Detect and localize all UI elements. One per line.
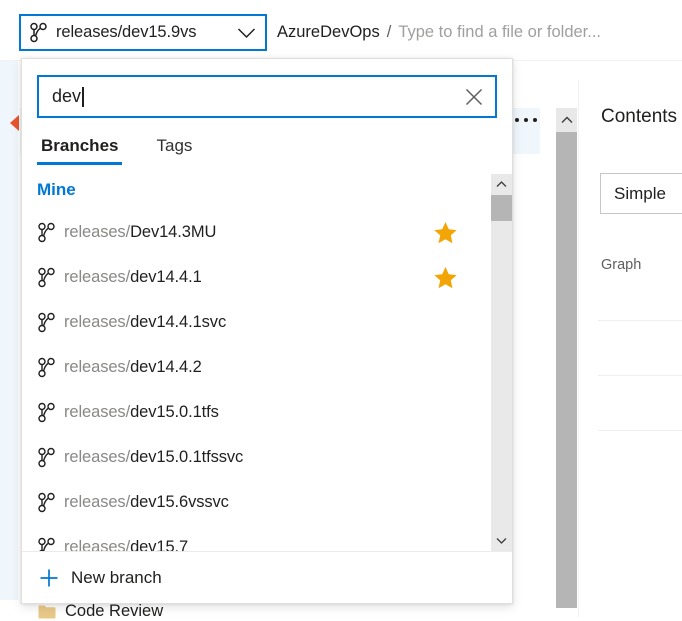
list-item[interactable]: Code Review xyxy=(38,602,163,621)
simple-view-button[interactable]: Simple xyxy=(600,173,682,214)
branch-name-prefix: releases/ xyxy=(64,223,131,241)
branch-name-prefix: releases/ xyxy=(64,313,131,331)
row-marker-icon xyxy=(10,115,19,131)
branch-list-item[interactable]: releases/dev15.0.1tfssvc xyxy=(22,435,491,480)
left-accent-strip xyxy=(0,60,18,600)
branch-name: releases/dev14.4.1 xyxy=(64,268,433,287)
favorite-star-icon[interactable] xyxy=(433,266,458,290)
branch-selector-button[interactable]: releases/dev15.9vs xyxy=(19,14,267,51)
git-branch-icon xyxy=(38,447,55,468)
branch-list-area: Mine releases/Dev14.3MU releases/dev14.4… xyxy=(22,174,512,551)
dropdown-tabs: Branches Tags xyxy=(22,136,512,165)
branch-name: releases/dev15.0.1tfs xyxy=(64,403,458,422)
git-branch-icon xyxy=(38,357,55,378)
group-header-mine: Mine xyxy=(37,180,76,199)
branch-name-match: dev15.0.1tfssvc xyxy=(130,448,244,466)
folder-icon xyxy=(38,605,56,619)
branch-name: releases/dev15.0.1tfssvc xyxy=(64,448,458,467)
git-branch-icon xyxy=(38,267,55,288)
breadcrumb-separator: / xyxy=(386,23,392,41)
branch-name: releases/Dev14.3MU xyxy=(64,223,433,242)
branch-list-scrollbar[interactable] xyxy=(491,174,512,551)
git-branch-icon xyxy=(38,402,55,423)
branch-list-item[interactable]: releases/dev15.6vssvc xyxy=(22,480,491,525)
branch-list-item[interactable]: releases/dev14.4.1 xyxy=(22,255,491,300)
branch-name: releases/dev15.7 xyxy=(64,538,458,551)
git-branch-icon xyxy=(30,22,47,43)
branch-search-field[interactable]: dev xyxy=(37,75,497,118)
branch-name: releases/dev14.4.2 xyxy=(64,358,458,377)
branch-list-item[interactable]: releases/dev14.4.1svc xyxy=(22,300,491,345)
search-input-value: dev xyxy=(52,86,82,106)
branch-list-item[interactable]: releases/Dev14.3MU xyxy=(22,210,491,255)
branch-name-prefix: releases/ xyxy=(64,358,131,376)
branch-name-match: dev15.0.1tfs xyxy=(130,403,219,421)
branch-name-match: dev15.6vssvc xyxy=(130,493,229,511)
list-item-label: Code Review xyxy=(65,602,164,620)
search-row: dev xyxy=(22,59,512,118)
search-input[interactable]: dev xyxy=(39,86,453,107)
graph-label: Graph xyxy=(601,257,642,273)
new-branch-button[interactable]: New branch xyxy=(22,551,512,603)
favorite-star-icon[interactable] xyxy=(433,221,458,245)
tab-tags[interactable]: Tags xyxy=(152,136,196,165)
branch-name-match: dev14.4.1 xyxy=(130,268,202,286)
tab-branches[interactable]: Branches xyxy=(37,136,123,165)
branch-list: Mine releases/Dev14.3MU releases/dev14.4… xyxy=(22,174,491,551)
branch-name-match: Dev14.3MU xyxy=(130,223,217,241)
branch-name-prefix: releases/ xyxy=(64,493,131,511)
chevron-down-icon xyxy=(237,27,256,39)
branch-list-item[interactable]: releases/dev15.0.1tfs xyxy=(22,390,491,435)
close-icon[interactable] xyxy=(453,77,495,116)
branch-name: releases/dev15.6vssvc xyxy=(64,493,458,512)
git-branch-icon xyxy=(38,222,55,243)
branch-picker-dropdown: dev Branches Tags Mine releases/Dev14.3M… xyxy=(21,58,513,604)
branch-name-match: dev15.7 xyxy=(130,538,189,551)
breadcrumb-repo[interactable]: AzureDevOps xyxy=(277,23,380,42)
divider xyxy=(598,375,682,376)
branch-name-prefix: releases/ xyxy=(64,403,131,421)
branch-list-scrollbar-thumb[interactable] xyxy=(491,195,512,221)
branch-name-prefix: releases/ xyxy=(64,538,131,551)
text-caret xyxy=(82,86,84,107)
new-branch-label: New branch xyxy=(71,567,162,587)
page-scrollbar-thumb[interactable] xyxy=(556,132,577,608)
plus-icon xyxy=(38,567,60,589)
branch-list-item[interactable]: releases/dev14.4.2 xyxy=(22,345,491,390)
branch-name: releases/dev14.4.1svc xyxy=(64,313,458,332)
divider xyxy=(598,430,682,431)
contents-panel: Contents Simple Graph xyxy=(578,80,682,617)
page-title: Contents xyxy=(601,106,678,127)
top-command-bar: releases/dev15.9vs AzureDevOps / Type to… xyxy=(0,0,682,61)
ellipsis-icon[interactable] xyxy=(515,118,537,122)
branch-list-item[interactable]: releases/dev15.7 xyxy=(22,525,491,551)
divider xyxy=(598,320,682,321)
branch-name-match: dev14.4.2 xyxy=(130,358,202,376)
breadcrumb: AzureDevOps / Type to find a file or fol… xyxy=(277,14,601,51)
chevron-up-icon[interactable] xyxy=(556,108,577,132)
chevron-down-icon[interactable] xyxy=(491,530,512,551)
branch-selector-label: releases/dev15.9vs xyxy=(56,23,197,41)
git-branch-icon xyxy=(38,492,55,513)
branch-name-match: dev14.4.1svc xyxy=(130,313,227,331)
git-branch-icon xyxy=(38,312,55,333)
branch-name-prefix: releases/ xyxy=(64,448,131,466)
chevron-up-icon[interactable] xyxy=(491,174,512,195)
branch-name-prefix: releases/ xyxy=(64,268,131,286)
file-search-input[interactable]: Type to find a file or folder... xyxy=(398,23,601,42)
git-branch-icon xyxy=(38,537,55,551)
